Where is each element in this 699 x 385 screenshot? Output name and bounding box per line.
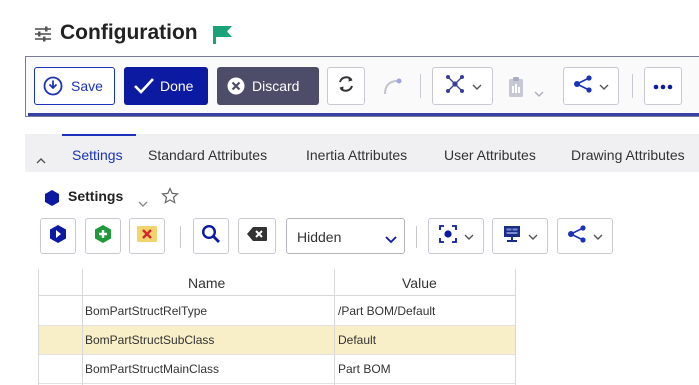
- add-circle-icon: [93, 224, 113, 249]
- save-button[interactable]: Save: [34, 67, 115, 105]
- save-label: Save: [71, 78, 103, 94]
- settings-sliders-icon: [34, 26, 52, 47]
- column-header-name[interactable]: Name: [188, 275, 225, 291]
- toolbar-separator: [180, 226, 181, 248]
- toolbar-separator: [416, 226, 417, 248]
- refresh-icon: [336, 74, 356, 99]
- cell-value[interactable]: Part BOM: [338, 362, 391, 376]
- more-dots-icon: [653, 77, 673, 95]
- chevron-down-icon: [472, 77, 482, 95]
- tab-user-attributes[interactable]: User Attributes: [444, 147, 536, 163]
- close-circle-icon: [226, 76, 246, 99]
- toolbar-separator: [420, 74, 421, 98]
- done-label: Done: [160, 78, 194, 94]
- share-menu-button[interactable]: [563, 67, 619, 105]
- chevron-down-icon: [528, 227, 538, 245]
- chevron-down-icon: [385, 231, 397, 247]
- clipboard-menu-button[interactable]: [507, 76, 551, 98]
- add-button[interactable]: [85, 218, 121, 254]
- search-button[interactable]: [193, 218, 229, 254]
- redo-icon[interactable]: [381, 76, 405, 101]
- table-row[interactable]: BomPartStructRelType /Part BOM/Default: [38, 297, 516, 326]
- share-nodes-icon: [567, 224, 587, 248]
- table-row[interactable]: BomPartStructMainClass Part BOM: [38, 355, 516, 384]
- object-button[interactable]: [40, 218, 76, 254]
- cell-name: BomPartStructRelType: [85, 304, 208, 318]
- chevron-down-icon: [534, 84, 544, 102]
- done-button[interactable]: Done: [124, 67, 208, 105]
- grid-column-divider: [82, 269, 83, 385]
- structure-menu-button[interactable]: [432, 67, 493, 105]
- backspace-icon: [246, 226, 268, 247]
- chevron-down-icon[interactable]: [138, 194, 148, 212]
- section-title: Settings: [68, 188, 124, 204]
- cell-value[interactable]: /Part BOM/Default: [338, 304, 435, 318]
- display-menu-button[interactable]: [492, 218, 548, 254]
- visibility-dropdown-value: Hidden: [297, 229, 342, 245]
- tab-drawing-attributes[interactable]: Drawing Attributes: [571, 147, 685, 163]
- cell-value[interactable]: Default: [338, 333, 376, 347]
- tab-standard-attributes[interactable]: Standard Attributes: [148, 147, 267, 163]
- grid-column-divider: [515, 269, 516, 385]
- grid-header: [38, 269, 516, 296]
- search-icon: [201, 224, 221, 249]
- column-header-value[interactable]: Value: [402, 275, 437, 291]
- network-icon: [444, 73, 466, 100]
- target-menu-button[interactable]: [428, 218, 484, 254]
- clipboard-icon: [507, 76, 525, 103]
- star-icon[interactable]: [161, 187, 179, 210]
- monitor-icon: [502, 224, 522, 249]
- share-menu-button[interactable]: [557, 218, 613, 254]
- grid-column-divider: [38, 269, 39, 385]
- flag-icon[interactable]: [212, 25, 234, 50]
- cell-name: BomPartStructSubClass: [85, 333, 215, 347]
- discard-button[interactable]: Discard: [217, 67, 319, 105]
- discard-label: Discard: [252, 78, 300, 94]
- grid-column-divider: [334, 269, 335, 385]
- share-nodes-icon: [573, 74, 593, 98]
- more-options-button[interactable]: [644, 67, 682, 105]
- focus-target-icon: [438, 224, 458, 249]
- tab-settings[interactable]: Settings: [72, 147, 123, 163]
- power-icon: [43, 76, 63, 99]
- table-row-selected[interactable]: BomPartStructSubClass Default: [38, 326, 516, 355]
- remove-button[interactable]: [129, 218, 165, 254]
- chevron-down-icon: [593, 227, 603, 245]
- active-tab-indicator: [62, 134, 136, 136]
- check-icon: [133, 77, 155, 98]
- toolbar-separator: [632, 74, 633, 98]
- collapse-chevron-icon[interactable]: [36, 151, 46, 169]
- delete-icon: [136, 225, 158, 248]
- refresh-button[interactable]: [327, 67, 365, 105]
- hexagon-arrow-icon: [49, 224, 67, 249]
- clear-filter-button[interactable]: [238, 218, 276, 254]
- page-header: Configuration: [0, 0, 699, 56]
- page-title: Configuration: [60, 21, 198, 44]
- toolbar-divider: [28, 113, 699, 116]
- visibility-dropdown[interactable]: Hidden: [286, 218, 405, 254]
- cell-name: BomPartStructMainClass: [85, 362, 220, 376]
- chevron-down-icon: [464, 227, 474, 245]
- tab-inertia-attributes[interactable]: Inertia Attributes: [306, 147, 407, 163]
- hexagon-icon: [43, 189, 61, 212]
- chevron-down-icon: [599, 77, 609, 95]
